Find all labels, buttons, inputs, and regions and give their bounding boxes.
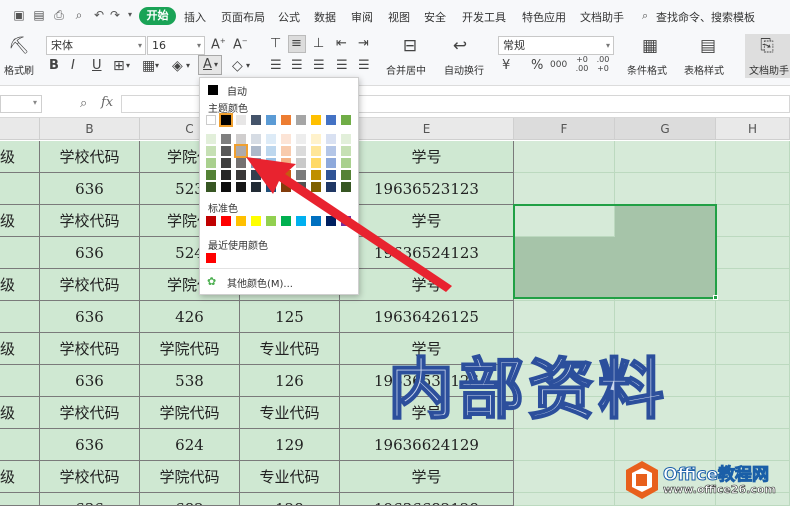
- annotation-arrow: [246, 157, 452, 292]
- red-arrow-icon: [246, 157, 452, 292]
